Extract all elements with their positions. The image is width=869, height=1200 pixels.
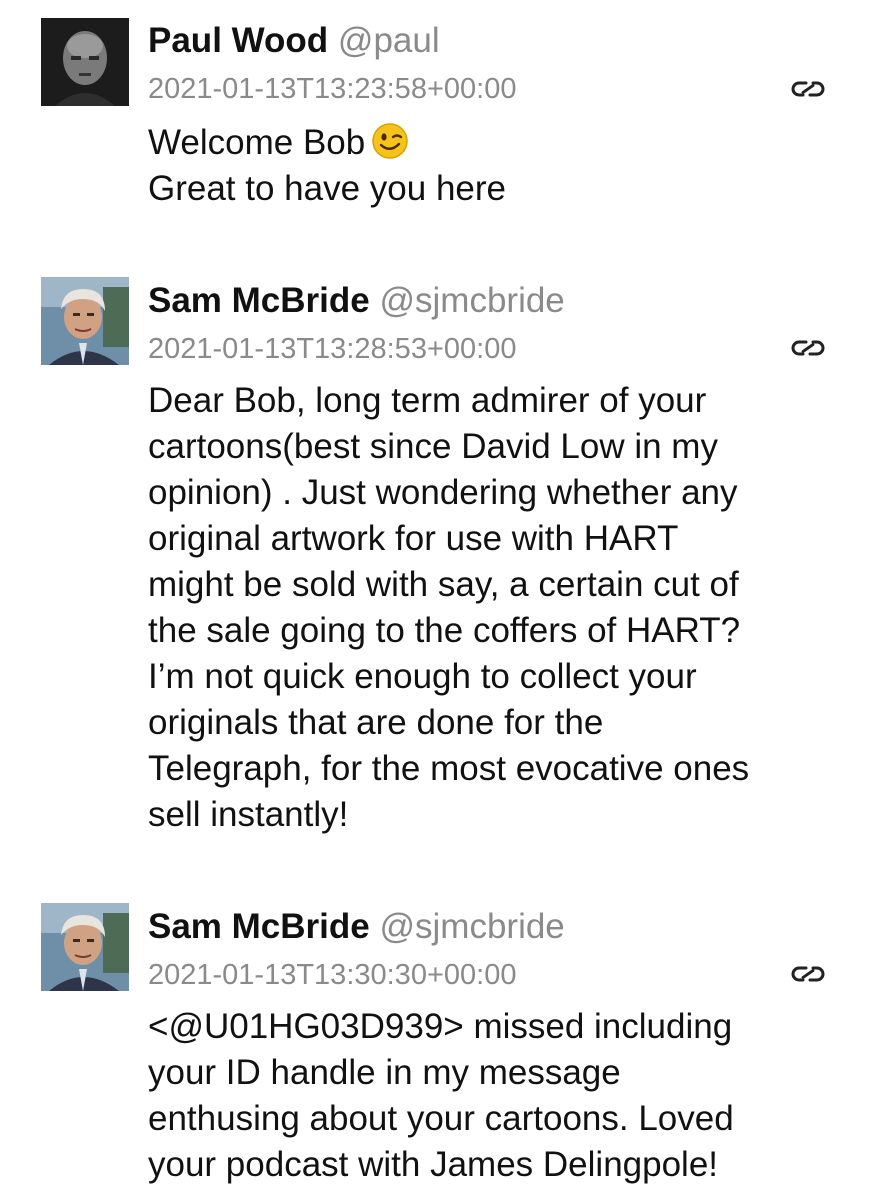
link-icon[interactable] (790, 77, 826, 101)
message-line: your podcast with James Delingpole! (148, 1145, 719, 1184)
message-line: the sale going to the coffers of HART? (148, 611, 741, 650)
message-timestamp: 2021-01-13T13:23:58+00:00 (148, 73, 517, 105)
message-author: Sam McBride @sjmcbride (148, 905, 565, 949)
avatar[interactable] (41, 277, 129, 365)
message-timestamp: 2021-01-13T13:28:53+00:00 (148, 333, 517, 365)
message-body: Dear Bob, long term admirer of your cart… (148, 378, 848, 838)
bald-man-portrait-icon (41, 18, 129, 106)
message-line: <@U01HG03D939> missed including (148, 1007, 733, 1046)
message-line: I’m not quick enough to collect your (148, 657, 697, 696)
message-line: opinion) . Just wondering whether any (148, 473, 738, 512)
message-line: cartoons(best since David Low in my (148, 427, 718, 466)
avatar[interactable] (41, 903, 129, 991)
author-handle[interactable]: @sjmcbride (379, 281, 564, 320)
message-line: originals that are done for the (148, 703, 604, 742)
message-body: <@U01HG03D939> missed including your ID … (148, 1004, 848, 1188)
message-line: Welcome Bob (148, 120, 848, 166)
man-portrait-icon (41, 903, 129, 991)
message-text: Welcome Bob (148, 123, 366, 162)
message-item: Sam McBride @sjmcbride 2021-01-13T13:30:… (0, 886, 869, 1200)
message-line: Dear Bob, long term admirer of your (148, 381, 707, 420)
message-line: might be sold with say, a certain cut of (148, 565, 739, 604)
message-author: Sam McBride @sjmcbride (148, 279, 565, 323)
author-handle[interactable]: @paul (338, 21, 440, 60)
link-icon[interactable] (790, 962, 826, 986)
message-line: original artwork for use with HART (148, 519, 679, 558)
link-icon[interactable] (790, 336, 826, 360)
author-handle[interactable]: @sjmcbride (379, 907, 564, 946)
message-item: Sam McBride @sjmcbride 2021-01-13T13:28:… (0, 260, 869, 880)
message-line: your ID handle in my message (148, 1053, 621, 1092)
avatar[interactable] (41, 18, 129, 106)
message-line: Great to have you here (148, 169, 506, 208)
message-line: Telegraph, for the most evocative ones (148, 749, 750, 788)
message-item: Paul Wood @paul 2021-01-13T13:23:58+00:0… (0, 0, 869, 260)
message-body: Welcome Bob Great to have you here (148, 120, 848, 212)
author-name[interactable]: Paul Wood (148, 21, 328, 60)
author-name[interactable]: Sam McBride (148, 281, 370, 320)
winking-face-emoji-icon (371, 122, 409, 160)
man-portrait-icon (41, 277, 129, 365)
message-line: enthusing about your cartoons. Loved (148, 1099, 734, 1138)
message-author: Paul Wood @paul (148, 19, 440, 63)
message-line: sell instantly! (148, 795, 349, 834)
author-name[interactable]: Sam McBride (148, 907, 370, 946)
message-timestamp: 2021-01-13T13:30:30+00:00 (148, 959, 517, 991)
